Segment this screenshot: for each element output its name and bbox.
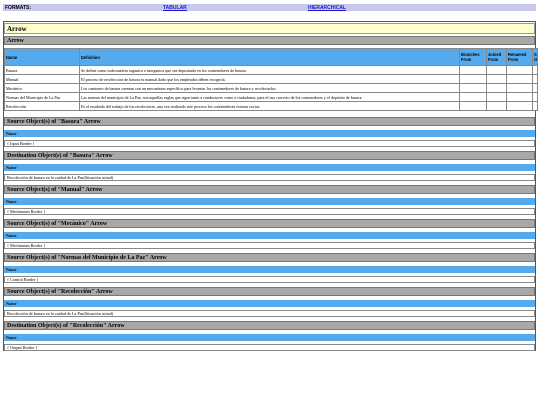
- section-name-header: Name: [4, 198, 535, 205]
- row-branches-from: [459, 92, 487, 102]
- row-branches-from: [459, 74, 487, 84]
- row-name: Basura: [4, 65, 80, 75]
- formats-label: FORMATS:: [5, 5, 32, 11]
- section-value: Recolección de basura en la cuidad de La…: [4, 174, 535, 181]
- section-name-header: Name: [4, 232, 535, 239]
- row-joined-from: [486, 74, 507, 84]
- header-renamed-from: Renamed From: [506, 48, 533, 66]
- section-source-normas: Source Object(s) of "Normas del Municipi…: [4, 253, 535, 262]
- section-name-header: Name: [4, 164, 535, 171]
- section-source-recoleccion: Source Object(s) of "Recolección" Arrow: [4, 287, 535, 296]
- formats-bar: FORMATS: TABULAR HIERARCHICAL: [3, 4, 536, 11]
- header-extra: S O: [532, 48, 538, 66]
- row-extra: [532, 101, 538, 111]
- row-joined-from: [486, 83, 507, 93]
- section-title: Arrow: [4, 36, 535, 45]
- section-destination-recoleccion: Destination Object(s) of "Recolección" A…: [4, 321, 535, 330]
- row-extra: [532, 83, 538, 93]
- row-joined-from: [486, 101, 507, 111]
- row-joined-from: [486, 92, 507, 102]
- section-value: { Control Border }: [4, 276, 535, 283]
- section-name-header: Name: [4, 334, 535, 341]
- row-joined-from: [486, 65, 507, 75]
- section-value: { Input Border }: [4, 140, 535, 147]
- row-branches-from: [459, 101, 487, 111]
- section-name-header: Name: [4, 266, 535, 273]
- section-value: { Mechanism Border }: [4, 242, 535, 249]
- section-destination-basura: Destination Object(s) of "Basura" Arrow: [4, 151, 535, 160]
- table-header-row: Name Definition Branches From Joined Fro…: [4, 48, 538, 66]
- page-title: Arrow: [4, 23, 535, 34]
- row-extra: [532, 74, 538, 84]
- header-branches-from: Branches From: [459, 48, 487, 66]
- row-renamed-from: [506, 92, 533, 102]
- row-renamed-from: [506, 101, 533, 111]
- header-joined-from: Joined From: [486, 48, 507, 66]
- row-name: Manual: [4, 74, 80, 84]
- row-renamed-from: [506, 83, 533, 93]
- row-definition: Las normas del municipio de La Paz, son …: [79, 92, 460, 102]
- section-source-manual: Source Object(s) of "Manual" Arrow: [4, 185, 535, 194]
- arrow-definitions-table: Name Definition Branches From Joined Fro…: [4, 48, 538, 111]
- section-source-mecanico: Source Object(s) of "Mecánico" Arrow: [4, 219, 535, 228]
- row-definition: Los camiones de basura cuentan con un me…: [79, 83, 460, 93]
- section-value: { Mechanism Border }: [4, 208, 535, 215]
- table-row: Mecánico Los camiones de basura cuentan …: [4, 83, 538, 93]
- table-row: Recolección Es el resultado del trabajo …: [4, 101, 538, 111]
- row-definition: El proceso de recoleccion de basura es m…: [79, 74, 460, 84]
- section-value: { Output Border }: [4, 344, 535, 351]
- row-name: Normas del Municipio de La Paz: [4, 92, 80, 102]
- row-name: Mecánico: [4, 83, 80, 93]
- tabular-link[interactable]: TABULAR: [163, 5, 187, 11]
- table-row: Basura Se define como toda materia organ…: [4, 65, 538, 75]
- header-definition: Definition: [79, 48, 460, 66]
- section-value: Recolección de basura en la cuidad de La…: [4, 310, 535, 317]
- row-branches-from: [459, 65, 487, 75]
- row-renamed-from: [506, 65, 533, 75]
- header-name: Name: [4, 48, 80, 66]
- row-name: Recolección: [4, 101, 80, 111]
- table-row: Manual El proceso de recoleccion de basu…: [4, 74, 538, 84]
- row-renamed-from: [506, 74, 533, 84]
- section-source-basura: Source Object(s) of "Basura" Arrow: [4, 117, 535, 126]
- hierarchical-link[interactable]: HIERARCHICAL: [308, 5, 346, 11]
- section-name-header: Name: [4, 130, 535, 137]
- row-branches-from: [459, 83, 487, 93]
- section-name-header: Name: [4, 300, 535, 307]
- row-definition: Es el resultado del trabajo de los recol…: [79, 101, 460, 111]
- row-extra: [532, 92, 538, 102]
- row-extra: [532, 65, 538, 75]
- table-row: Normas del Municipio de La Paz Las norma…: [4, 92, 538, 102]
- row-definition: Se define como toda materia organica o i…: [79, 65, 460, 75]
